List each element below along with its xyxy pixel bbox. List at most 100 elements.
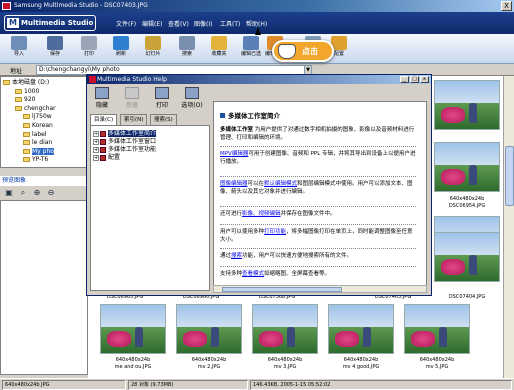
fit-icon[interactable]: ▣: [3, 188, 15, 198]
link-video-edit[interactable]: 影像、视频编辑: [242, 211, 281, 217]
window-title: Samsung Multimedia Studio - DSC07403.JPG: [14, 2, 148, 9]
help-print-button[interactable]: 打印: [147, 87, 177, 109]
help-close-button[interactable]: x: [420, 76, 429, 83]
tab-contents[interactable]: 目录(C): [90, 114, 118, 125]
close-button[interactable]: X: [501, 1, 512, 11]
preview-area: [0, 200, 88, 375]
tree-item[interactable]: 本地磁盘 (D:): [3, 79, 49, 87]
help-para: 图像编辑器可以在默认编辑模式和图层编辑模式中使用。用户可以添加文本、图像、箭头以…: [220, 180, 416, 196]
toolbar-button[interactable]: 刷新: [108, 36, 134, 62]
link-image-editor[interactable]: 图像编辑器: [220, 181, 248, 187]
menu-file[interactable]: 文件(F): [116, 19, 136, 28]
photo-thumbnail[interactable]: [404, 304, 470, 354]
menu-image[interactable]: 图像(I): [194, 19, 212, 28]
toc-item[interactable]: + 多媒体工作室窗口: [93, 138, 156, 146]
menu-view[interactable]: 查看(V): [168, 19, 189, 28]
link-view-mode[interactable]: 查看模式: [242, 271, 264, 277]
tree-item[interactable]: 1000: [15, 88, 39, 96]
tree-item[interactable]: YP-T6: [23, 156, 48, 164]
photo-thumbnail[interactable]: [100, 304, 166, 354]
toolbar-button-label: 刷新: [115, 51, 126, 57]
tree-item[interactable]: Korean: [23, 122, 53, 130]
options-button[interactable]: 选项(O): [177, 87, 207, 109]
minimize-button[interactable]: _: [400, 76, 409, 83]
toolbar-button[interactable]: 保存: [42, 36, 68, 62]
scroll-thumb[interactable]: [222, 287, 342, 292]
photo-thumbnail[interactable]: [176, 304, 242, 354]
thumbnail-caption: 640x480x24b: [191, 357, 227, 363]
photo-thumbnail[interactable]: [328, 304, 394, 354]
tree-item[interactable]: lj750w: [23, 113, 52, 121]
toolbar-button[interactable]: 幻灯片: [140, 36, 166, 62]
photo-thumbnail[interactable]: [434, 80, 500, 130]
tab-search[interactable]: 搜索(S): [150, 114, 177, 125]
gallery-scrollbar[interactable]: [503, 76, 514, 378]
thumbnail-caption: mv 4 good.JPG: [342, 364, 380, 370]
photo-thumbnail[interactable]: [434, 232, 500, 282]
toc-item[interactable]: + 配置: [93, 154, 120, 162]
tree-item[interactable]: le dian: [23, 139, 52, 147]
thumbnail-caption: DSC07404.JPG: [448, 294, 486, 300]
help-toc: + 多媒体工作室简介 + 多媒体工作室窗口 + 多媒体工作室功能 + 配置: [90, 125, 210, 291]
toc-item-label: 多媒体工作室简介: [108, 130, 157, 137]
link-default-mode[interactable]: 默认编辑模式: [264, 181, 297, 187]
scroll-thumb[interactable]: [505, 146, 514, 206]
drive-icon: [3, 80, 10, 85]
toolbar-button[interactable]: 打印: [76, 36, 102, 62]
expand-icon: +: [93, 138, 99, 145]
search-icon[interactable]: ⌕: [17, 188, 29, 198]
tree-item-label: 1000: [24, 87, 40, 95]
para-text: 如缩略图、全屏幕查看等。: [264, 271, 331, 277]
help-para: MPV编辑器可用于创建图像、音频和 PPL 专辑，并将其导出到设备上以便用户进行…: [220, 150, 416, 166]
toolbar-button[interactable]: 搜索: [174, 36, 200, 62]
status-count: 28 对象 (9.73MB): [128, 380, 248, 390]
preview-toolbar: ▣ ⌕ ⊕ ⊖: [0, 186, 88, 200]
maximize-button[interactable]: □: [410, 76, 419, 83]
toolbar-button[interactable]: 编辑已选: [238, 36, 264, 62]
print-icon: [81, 36, 97, 50]
thumbnail-caption: 640x480x24b: [419, 357, 455, 363]
hide-label: 隐藏: [95, 102, 108, 109]
tree-item-label: 920: [24, 96, 36, 104]
tree-item[interactable]: chengchar: [15, 105, 56, 113]
photo-thumbnail[interactable]: [252, 304, 318, 354]
link-print[interactable]: 打印功能: [264, 229, 286, 235]
zoom-in-icon[interactable]: ⊕: [31, 188, 43, 198]
tree-item[interactable]: 920: [15, 96, 35, 104]
tree-item-label: YP-T6: [32, 156, 49, 164]
back-label: 后退: [125, 102, 138, 109]
thumbnail-caption: 640x480x24b: [449, 196, 485, 202]
folder-icon: [15, 88, 22, 94]
para-text: 还可进行: [220, 211, 243, 217]
toc-item[interactable]: + 多媒体工作室简介: [93, 130, 157, 138]
folder-icon: [23, 148, 30, 154]
toolbar-button[interactable]: 收藏夹: [206, 36, 232, 62]
help-window: Multimedia Studio Help _ □ x 隐藏 后退 打印 选项…: [86, 74, 432, 296]
tab-index[interactable]: 索引(N): [120, 114, 148, 125]
expand-icon: +: [93, 146, 99, 153]
help-hscrollbar[interactable]: [213, 285, 427, 293]
tree-item[interactable]: My pho: [23, 147, 54, 156]
expand-icon: +: [93, 130, 99, 137]
link-mpv-editor[interactable]: MPV编辑器: [220, 151, 248, 157]
toolbar-button-label: 收藏夹: [211, 51, 227, 57]
photo-thumbnail[interactable]: [434, 142, 500, 192]
para-text: 用户可以使用多种: [220, 229, 265, 235]
zoom-out-icon[interactable]: ⊖: [45, 188, 57, 198]
address-label: 地址: [10, 68, 23, 75]
folder-icon: [15, 105, 22, 111]
hide-button[interactable]: 隐藏: [87, 87, 117, 109]
toc-item[interactable]: + 多媒体工作室功能: [93, 146, 156, 154]
link-search[interactable]: 搜索: [231, 253, 242, 259]
thumbnail-caption: 640x480x24b: [267, 357, 303, 363]
menu-edit[interactable]: 编辑(E): [142, 19, 162, 28]
toolbar-button[interactable]: 导入: [6, 36, 32, 62]
menu-tools[interactable]: 工具(T): [220, 19, 240, 28]
tree-item[interactable]: label: [23, 131, 47, 139]
back-button[interactable]: 后退: [117, 87, 147, 109]
click-hint-bubble: 点击: [272, 40, 334, 62]
toc-item-label: 多媒体工作室窗口: [108, 138, 157, 145]
divider: [220, 224, 416, 225]
toolbar-button-label: 编辑已选: [240, 51, 261, 57]
tree-item-label: 本地磁盘 (D:): [12, 79, 50, 86]
